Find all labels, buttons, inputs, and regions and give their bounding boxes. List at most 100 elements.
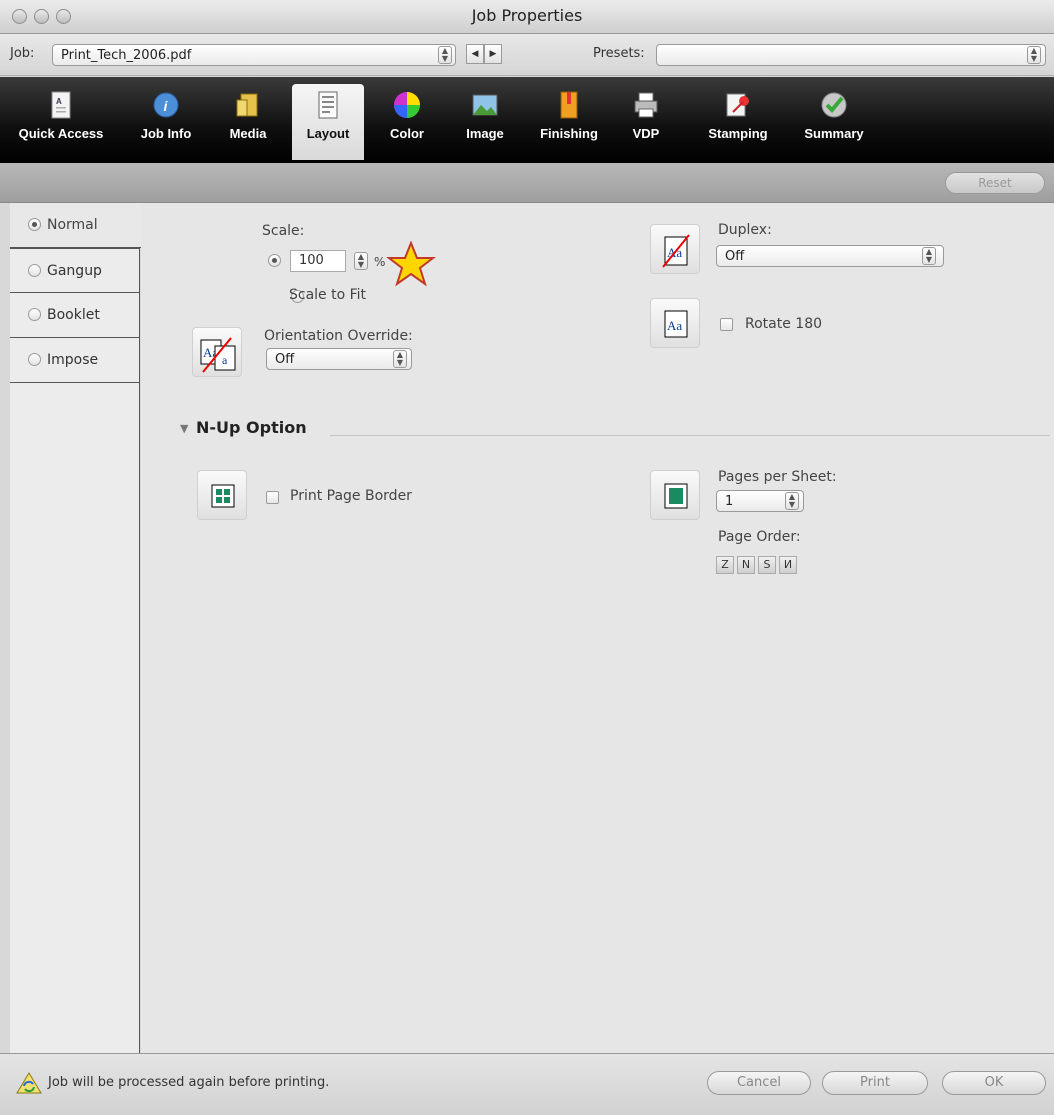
duplex-icon: Aa bbox=[650, 224, 700, 274]
radio-normal[interactable] bbox=[28, 218, 41, 231]
pages-per-sheet-label: Pages per Sheet: bbox=[718, 469, 837, 485]
stamping-icon bbox=[726, 93, 749, 117]
tab-media[interactable]: Media bbox=[216, 84, 280, 160]
scale-unit: % bbox=[374, 255, 386, 269]
svg-text:a: a bbox=[222, 353, 228, 367]
arrow-left-icon: ◀ bbox=[471, 49, 479, 59]
print-page-border-label: Print Page Border bbox=[290, 488, 412, 504]
presets-select-arrows-icon: ▲ ▼ bbox=[1027, 46, 1041, 64]
rotate-180-checkbox[interactable] bbox=[720, 318, 733, 331]
rotate-180-label: Rotate 180 bbox=[745, 316, 823, 332]
page-order-reverse-n-button[interactable]: И bbox=[779, 556, 797, 574]
info-icon: i bbox=[153, 92, 179, 118]
duplex-select-value: Off bbox=[725, 249, 745, 264]
tab-label: Image bbox=[466, 126, 504, 141]
orientation-select-arrows-icon: ▲ ▼ bbox=[393, 350, 407, 368]
pages-per-sheet-arrows-icon: ▲ ▼ bbox=[785, 492, 799, 510]
orientation-override-icon: Aa a bbox=[200, 337, 236, 373]
duplex-label: Duplex: bbox=[718, 222, 772, 238]
sidebar-item-normal[interactable]: Normal bbox=[10, 203, 141, 248]
pages-per-sheet-icon bbox=[650, 470, 700, 520]
tab-job-info[interactable]: i Job Info bbox=[124, 84, 208, 160]
window-title: Job Properties bbox=[471, 6, 583, 25]
job-label: Job: bbox=[10, 46, 35, 61]
ok-button[interactable]: OK bbox=[942, 1071, 1046, 1095]
scale-label: Scale: bbox=[262, 223, 305, 239]
previous-job-button[interactable]: ◀ bbox=[466, 44, 484, 64]
cancel-button[interactable]: Cancel bbox=[707, 1071, 811, 1095]
tab-label: Color bbox=[390, 126, 424, 141]
tab-label: Layout bbox=[306, 126, 350, 141]
radio-booklet[interactable] bbox=[28, 308, 41, 321]
orientation-select[interactable]: Off bbox=[266, 348, 412, 370]
tab-image[interactable]: Image bbox=[450, 84, 520, 160]
sidebar-item-booklet[interactable]: Booklet bbox=[10, 293, 140, 338]
page-order-glyph: И bbox=[783, 558, 793, 571]
page-order-z-button[interactable]: Z bbox=[716, 556, 734, 574]
tab-label: Finishing bbox=[540, 126, 598, 141]
grid-page-icon bbox=[211, 484, 235, 508]
svg-text:A: A bbox=[56, 97, 62, 106]
print-page-border-checkbox[interactable] bbox=[266, 491, 279, 504]
sidebar-item-label: Gangup bbox=[47, 263, 102, 279]
tab-label: Quick Access bbox=[18, 126, 104, 141]
job-select[interactable]: Print_Tech_2006.pdf bbox=[52, 44, 456, 66]
tab-summary[interactable]: Summary bbox=[792, 84, 876, 160]
orientation-select-value: Off bbox=[275, 352, 295, 367]
color-wheel-icon bbox=[394, 92, 420, 118]
rotate-page-icon: Aa bbox=[664, 310, 688, 338]
duplex-select[interactable]: Off bbox=[716, 245, 944, 267]
page-order-label: Page Order: bbox=[718, 529, 801, 545]
tab-label: Job Info bbox=[140, 126, 192, 141]
media-icon bbox=[236, 93, 258, 117]
duplex-select-arrows-icon: ▲ ▼ bbox=[922, 247, 936, 265]
scale-to-fit-label: Scale to Fit bbox=[289, 287, 367, 303]
sidebar-item-label: Normal bbox=[47, 217, 98, 233]
radio-gangup[interactable] bbox=[28, 264, 41, 277]
page-order-glyph: Z bbox=[721, 558, 729, 571]
page-order-glyph: S bbox=[763, 558, 771, 571]
presets-label: Presets: bbox=[593, 46, 645, 61]
print-button[interactable]: Print bbox=[822, 1071, 928, 1095]
job-select-value: Print_Tech_2006.pdf bbox=[61, 48, 192, 63]
pages-per-sheet-value: 1 bbox=[725, 494, 734, 509]
footer-message: Job will be processed again before print… bbox=[48, 1075, 330, 1090]
page-order-s-button[interactable]: S bbox=[758, 556, 776, 574]
next-job-button[interactable]: ▶ bbox=[484, 44, 502, 64]
scale-input[interactable]: 100 bbox=[290, 250, 346, 272]
job-select-arrows-icon: ▲ ▼ bbox=[438, 46, 452, 64]
section-divider bbox=[330, 435, 1050, 436]
sidebar-item-gangup[interactable]: Gangup bbox=[10, 248, 140, 293]
tab-vdp[interactable]: VDP bbox=[618, 84, 674, 160]
star-icon bbox=[386, 241, 436, 287]
single-page-icon bbox=[664, 483, 688, 509]
tab-quick-access[interactable]: A Quick Access bbox=[6, 84, 116, 160]
radio-impose[interactable] bbox=[28, 353, 41, 366]
page-order-n-button[interactable]: N bbox=[737, 556, 755, 574]
tab-layout[interactable]: Layout bbox=[292, 84, 364, 160]
radio-scale-percent[interactable] bbox=[268, 254, 281, 267]
presets-select[interactable] bbox=[656, 44, 1046, 66]
page-border-icon bbox=[197, 470, 247, 520]
page-order-glyph: N bbox=[741, 558, 751, 571]
tab-finishing[interactable]: Finishing bbox=[528, 84, 610, 160]
printer-icon bbox=[634, 92, 658, 118]
layout-icon bbox=[318, 91, 338, 119]
disclosure-triangle-icon[interactable]: ▼ bbox=[180, 422, 188, 435]
tab-label: VDP bbox=[632, 126, 660, 141]
tab-stamping[interactable]: Stamping bbox=[692, 84, 784, 160]
orientation-label: Orientation Override: bbox=[264, 328, 413, 344]
tab-color[interactable]: Color bbox=[374, 84, 440, 160]
reset-button[interactable]: Reset bbox=[945, 172, 1045, 194]
arrow-right-icon: ▶ bbox=[489, 49, 497, 59]
orientation-icon: Aa a bbox=[192, 327, 242, 377]
nup-section-title: N-Up Option bbox=[196, 418, 307, 437]
sidebar-item-impose[interactable]: Impose bbox=[10, 338, 140, 383]
warning-refresh-icon bbox=[16, 1072, 42, 1094]
rotate-icon: Aa bbox=[650, 298, 700, 348]
sidebar-item-label: Booklet bbox=[47, 307, 100, 323]
checkmark-icon bbox=[821, 92, 847, 118]
tab-label: Media bbox=[229, 126, 267, 141]
scale-stepper[interactable]: ▲ ▼ bbox=[354, 252, 368, 270]
quick-access-icon: A bbox=[51, 91, 71, 119]
